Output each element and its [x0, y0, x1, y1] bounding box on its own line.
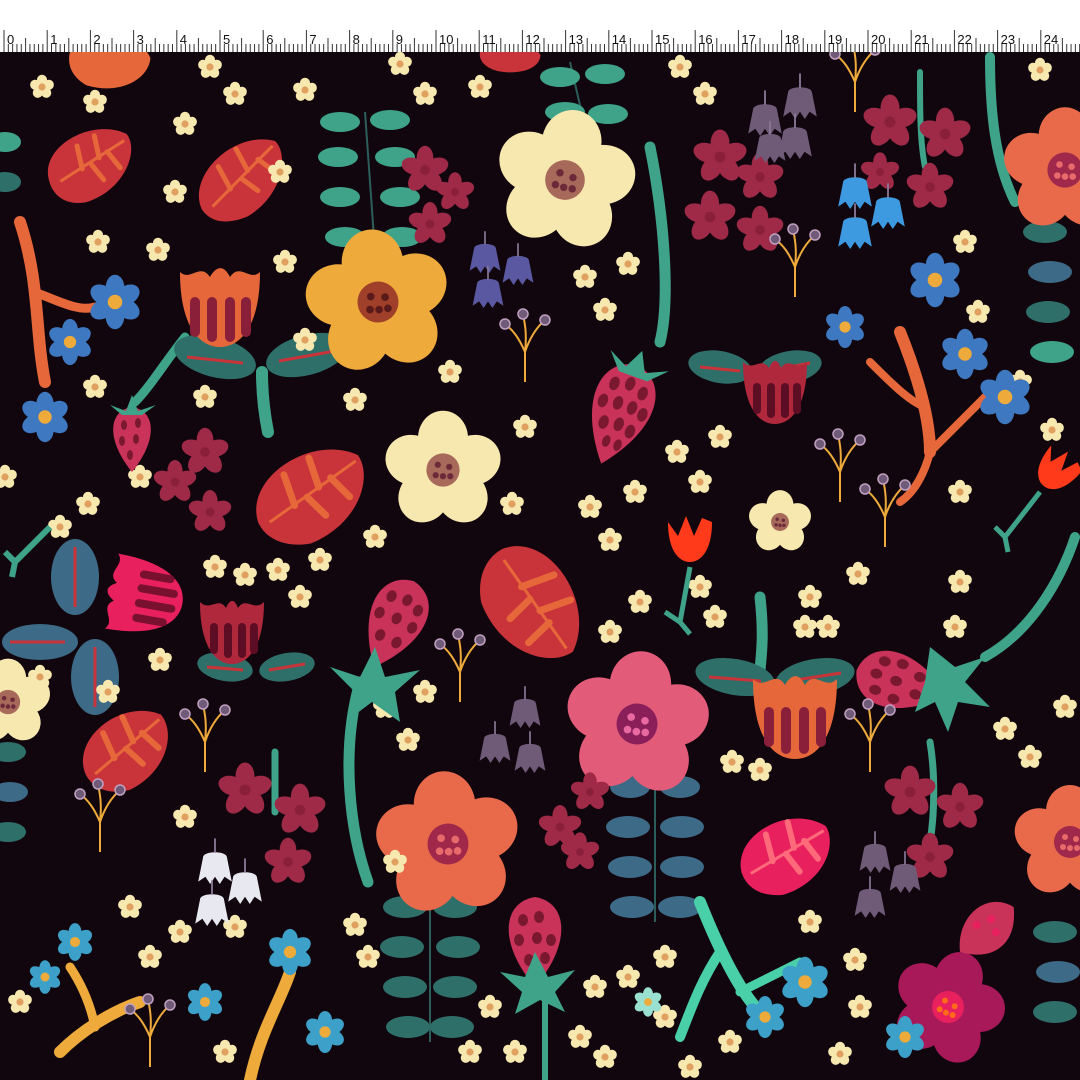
ruler-label: 18: [785, 32, 799, 47]
ruler-label: 6: [266, 32, 273, 47]
ruler-label: 16: [698, 32, 712, 47]
ruler-label: 3: [137, 32, 144, 47]
ruler-label: 0: [7, 32, 14, 47]
ruler-label: 5: [223, 32, 230, 47]
ruler-label: 13: [569, 32, 583, 47]
ruler-label: 15: [655, 32, 669, 47]
ruler-label: 1: [50, 32, 57, 47]
ruler-label: 2: [93, 32, 100, 47]
ruler-label: 4: [180, 32, 187, 47]
ruler-label: 9: [396, 32, 403, 47]
ruler-label: 11: [482, 32, 496, 47]
ruler-label: 22: [957, 32, 971, 47]
ruler-label: 19: [828, 32, 842, 47]
ruler-label: 7: [309, 32, 316, 47]
ruler-scale: 0 1 2 3 4 5 6 7 8 9 10 11 12 13 14 15 16 17 18 19 20 21 22 23 24: [3, 30, 1080, 52]
ruler-label: 10: [439, 32, 453, 47]
ruler-label: 14: [612, 32, 626, 47]
tulip-icon: [180, 268, 260, 347]
ruler-label: 24: [1044, 32, 1058, 47]
ruler-label: 17: [741, 32, 755, 47]
ruler-label: 12: [525, 32, 539, 47]
ruler: 0 1 2 3 4 5 6 7 8 9 10 11 12 13 14 15 16 17 18 19 20 21 22 23 24: [0, 0, 1080, 53]
ruler-label: 20: [871, 32, 885, 47]
ruler-label: 8: [353, 32, 360, 47]
ruler-label: 23: [1001, 32, 1015, 47]
ruler-label: 21: [914, 32, 928, 47]
floral-pattern: [0, 52, 1080, 1080]
